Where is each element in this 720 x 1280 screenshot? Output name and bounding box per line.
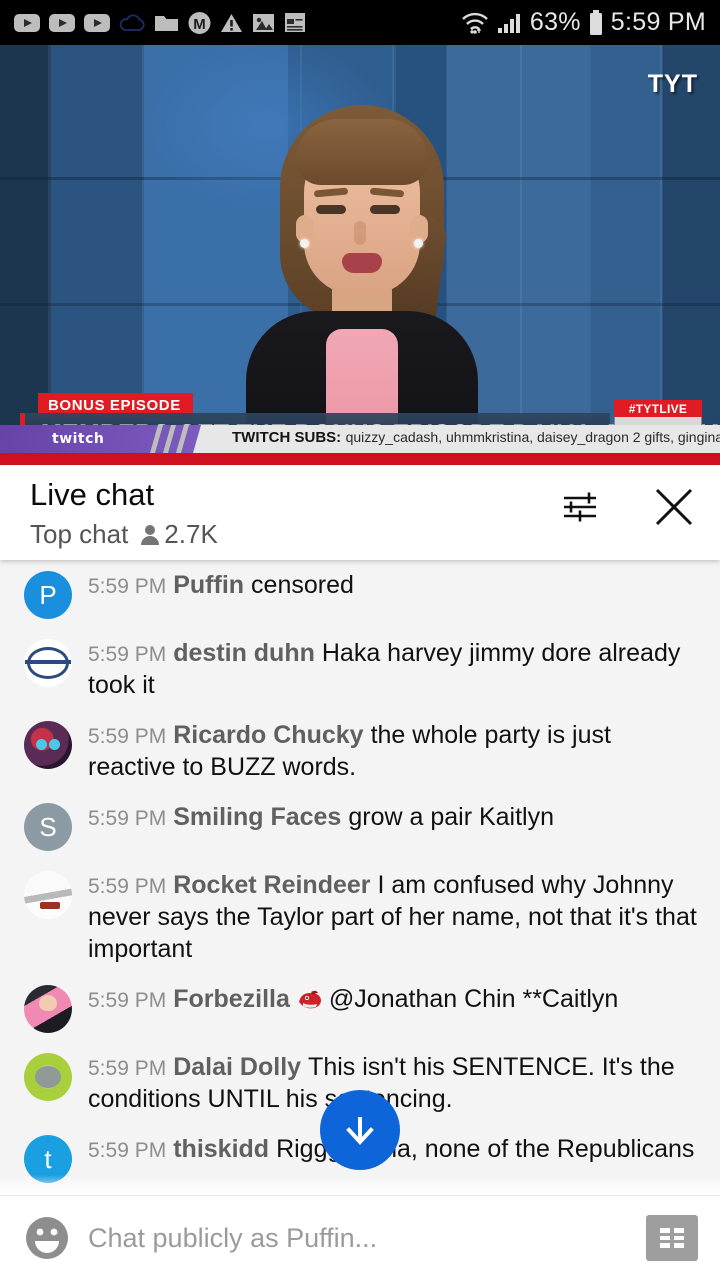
message-author[interactable]: Dalai Dolly <box>173 1053 301 1081</box>
avatar[interactable] <box>24 985 72 1033</box>
chat-settings-sliders-icon[interactable] <box>556 483 604 531</box>
chat-message[interactable]: S 5:59 PM Smiling Faces grow a pair Kaitlyn <box>0 792 720 860</box>
video-player[interactable]: TYT BONUS EPISODE MEMBERS GET THE BONUS … <box>0 45 720 465</box>
chat-composer <box>0 1195 720 1280</box>
dragon-badge-icon <box>298 990 321 1009</box>
message-author[interactable]: destin duhn <box>173 639 315 667</box>
message-text: 5:59 PM Rocket Reindeer I am confused why … <box>88 869 702 965</box>
emoji-smiley-icon[interactable] <box>22 1213 72 1263</box>
message-author[interactable]: thiskidd <box>173 1135 269 1163</box>
message-author[interactable]: Smiling Faces <box>173 803 341 831</box>
android-status-bar: M 63% 5:59 PM <box>0 0 720 45</box>
ticker-content: TWITCH SUBS: quizzy_cadash, uhmmkristina… <box>232 429 720 447</box>
m-app-icon: M <box>188 11 211 34</box>
chat-mode-label[interactable]: Top chat <box>30 519 128 550</box>
message-timestamp: 5:59 PM <box>88 1139 167 1162</box>
list-bottom-fade <box>0 1175 720 1195</box>
message-body: censored <box>251 571 354 599</box>
message-text: 5:59 PM Ricardo Chucky the whole party is … <box>88 719 702 783</box>
message-timestamp: 5:59 PM <box>88 989 167 1012</box>
warning-icon <box>221 13 242 32</box>
tyt-watermark: TYT <box>647 70 698 98</box>
signal-bars-icon <box>497 13 520 33</box>
message-author[interactable]: Forbezilla <box>173 985 290 1013</box>
ticker-label: TWITCH SUBS: <box>232 429 342 446</box>
folder-icon <box>155 16 178 31</box>
close-icon[interactable] <box>650 483 698 531</box>
message-timestamp: 5:59 PM <box>88 643 167 666</box>
cloud-icon <box>119 14 145 31</box>
message-timestamp: 5:59 PM <box>88 807 167 830</box>
status-bar-system-icons: 63% 5:59 PM <box>460 8 706 37</box>
message-body: @Jonathan Chin **Caitlyn <box>328 985 619 1013</box>
notes-icon <box>285 12 305 32</box>
avatar[interactable] <box>24 721 72 769</box>
red-accent-bar <box>0 453 720 465</box>
ticker-slash-decoration <box>150 425 202 453</box>
avatar[interactable]: P <box>24 571 72 619</box>
battery-percent-label: 63% <box>529 8 581 36</box>
message-text: 5:59 PM Forbezilla @Jonathan Chin **Caitly… <box>88 983 702 1033</box>
message-text: 5:59 PM Puffin censored <box>88 569 702 619</box>
svg-text:M: M <box>193 16 206 33</box>
avatar[interactable]: S <box>24 803 72 851</box>
twitch-subs-ticker: twitch TWITCH SUBS: quizzy_cadash, uhmmk… <box>0 425 720 453</box>
status-bar-notification-icons: M <box>14 11 306 34</box>
chat-message[interactable]: P 5:59 PM Puffin censored <box>0 560 720 628</box>
message-author[interactable]: Puffin <box>173 571 244 599</box>
chat-header-actions <box>556 483 698 531</box>
avatar[interactable] <box>24 639 72 687</box>
ticker-names: quizzy_cadash, uhmmkristina, daisey_drag… <box>345 429 720 445</box>
scroll-to-bottom-button[interactable] <box>320 1090 400 1170</box>
tytlive-badge: #TYTLIVE <box>614 400 702 417</box>
chat-input[interactable] <box>88 1222 646 1254</box>
wifi-icon <box>462 12 488 34</box>
arrow-down-icon <box>346 1117 374 1145</box>
battery-icon <box>589 9 602 35</box>
viewer-count-label: 2.7K <box>164 519 218 549</box>
viewer-count: 2.7K <box>140 519 218 550</box>
app-screen: M 63% 5:59 PM TYT BONUS EPISODE #TYTLIVE… <box>0 0 720 1280</box>
avatar[interactable] <box>24 1053 72 1101</box>
message-text: 5:59 PM Dalai Dolly This isn't his SENTENC… <box>88 1051 702 1115</box>
chat-message[interactable]: 5:59 PM destin duhn Haka harvey jimmy dore… <box>0 628 720 710</box>
twitch-logo: twitch <box>52 431 105 447</box>
message-timestamp: 5:59 PM <box>88 725 167 748</box>
news-anchor <box>246 97 478 465</box>
youtube-icon <box>84 13 110 32</box>
youtube-icon <box>14 13 40 32</box>
super-chat-icon[interactable] <box>646 1215 698 1261</box>
message-author[interactable]: Rocket Reindeer <box>173 871 370 899</box>
chat-message[interactable]: 5:59 PM Forbezilla @Jonathan Chin **Caitly… <box>0 974 720 1042</box>
chat-subheader: Top chat 2.7K <box>30 519 218 550</box>
live-chat-header: Live chat Top chat 2.7K <box>0 465 720 560</box>
page-title: Live chat <box>30 477 155 512</box>
message-timestamp: 5:59 PM <box>88 575 167 598</box>
image-icon <box>253 13 274 32</box>
message-timestamp: 5:59 PM <box>88 875 167 898</box>
message-timestamp: 5:59 PM <box>88 1057 167 1080</box>
message-body: grow a pair Kaitlyn <box>348 803 554 831</box>
message-text: 5:59 PM destin duhn Haka harvey jimmy dore… <box>88 637 702 701</box>
avatar[interactable] <box>24 871 72 919</box>
status-bar-clock: 5:59 PM <box>610 8 706 36</box>
chat-message[interactable]: 5:59 PM Ricardo Chucky the whole party is … <box>0 710 720 792</box>
message-text: 5:59 PM Smiling Faces grow a pair Kaitlyn <box>88 801 702 851</box>
youtube-icon <box>49 13 75 32</box>
chat-message[interactable]: 5:59 PM Rocket Reindeer I am confused why … <box>0 860 720 974</box>
message-author[interactable]: Ricardo Chucky <box>173 721 363 749</box>
person-icon <box>141 525 160 545</box>
